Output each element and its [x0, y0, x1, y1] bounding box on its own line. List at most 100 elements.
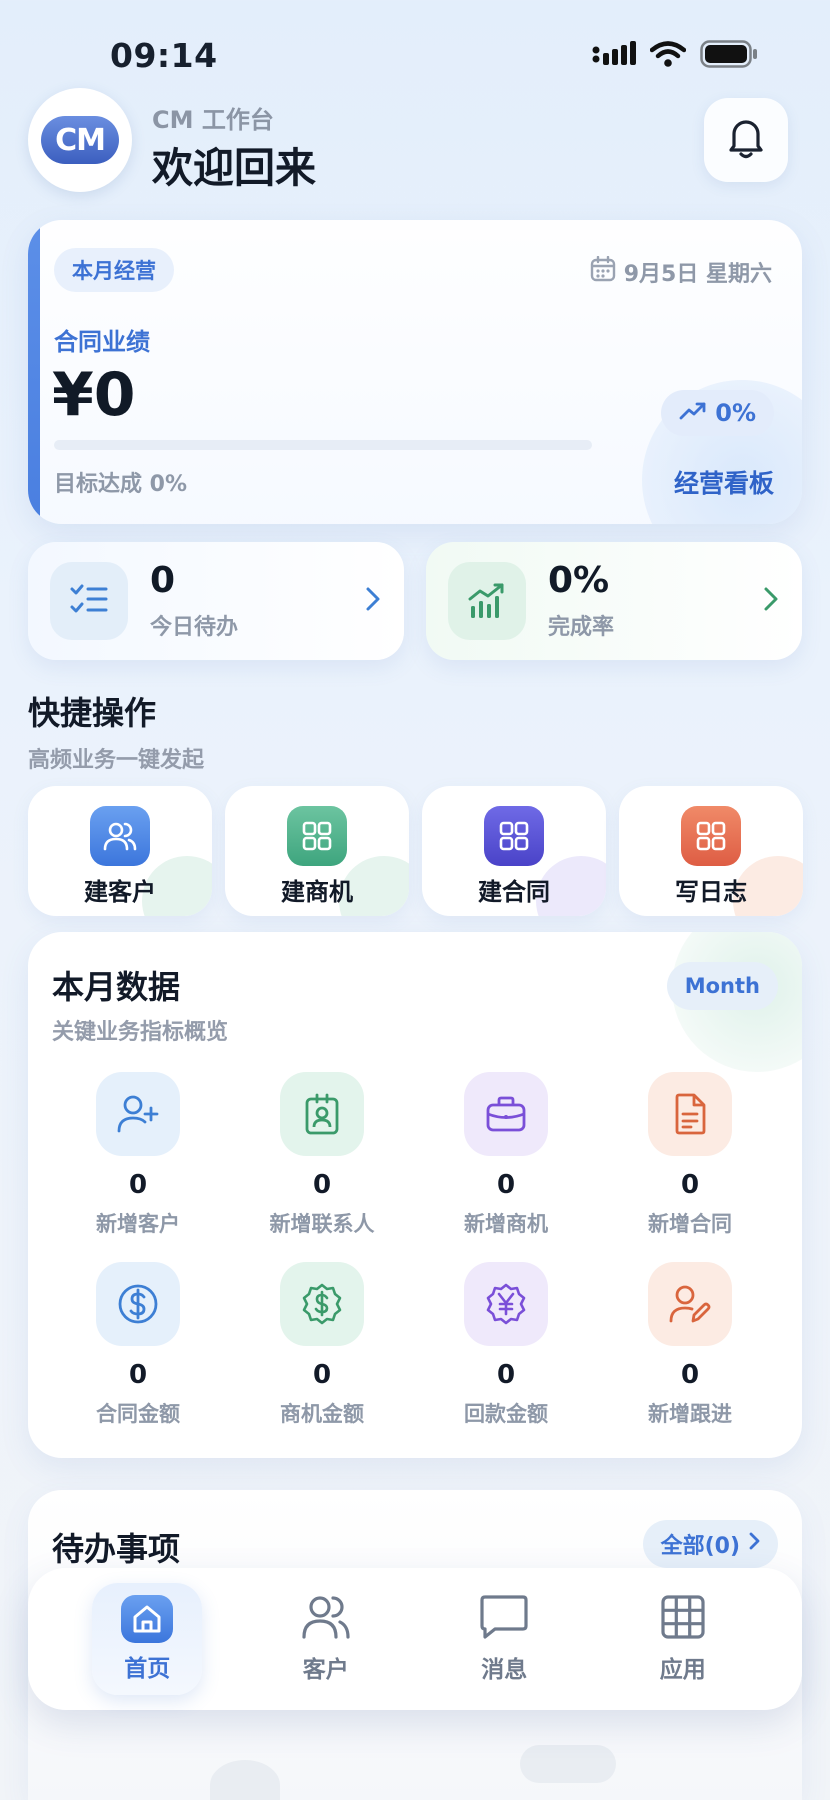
- grid-icon: [287, 806, 347, 866]
- greeting-title: 欢迎回来: [152, 144, 316, 192]
- stat-value: 0: [496, 1360, 516, 1390]
- stat-value: 0: [312, 1170, 332, 1200]
- tab-customers[interactable]: 客户: [271, 1583, 381, 1695]
- contract-performance-value: ¥0: [52, 360, 136, 430]
- bottom-tab-bar: 首页 客户 消息 应用: [28, 1568, 802, 1710]
- tab-label: 应用: [659, 1657, 706, 1683]
- stat-label: 回款金额: [464, 1402, 548, 1426]
- performance-card[interactable]: 本月经营 9月5日 星期六 合同业绩 ¥0 目标达成 0% 0% 经营看板: [28, 220, 802, 524]
- user-edit-icon: [648, 1262, 732, 1346]
- briefcase-icon: [464, 1072, 548, 1156]
- stat-new-followups[interactable]: 0 新增跟进: [598, 1262, 782, 1428]
- month-data-subtitle: 关键业务指标概览: [52, 1020, 229, 1045]
- stat-label: 合同金额: [96, 1402, 180, 1426]
- users-icon: [90, 806, 150, 866]
- trending-up-icon: [679, 399, 707, 427]
- app-name: CM 工作台: [152, 106, 274, 134]
- tab-messages[interactable]: 消息: [449, 1583, 559, 1695]
- message-icon: [479, 1594, 529, 1644]
- brand-logo: CM: [41, 116, 119, 164]
- tab-label: 客户: [302, 1657, 349, 1683]
- tab-home[interactable]: 首页: [92, 1583, 203, 1695]
- tab-label: 首页: [124, 1656, 171, 1682]
- today-todo-card[interactable]: 0 今日待办: [28, 542, 404, 660]
- chevron-right-icon: [762, 585, 780, 617]
- quick-action-new-contract[interactable]: 建合同: [422, 786, 606, 916]
- apps-grid-icon: [660, 1594, 706, 1644]
- completion-rate-value: 0%: [548, 560, 610, 602]
- quick-action-label: 写日志: [675, 878, 747, 906]
- stat-new-contracts[interactable]: 0 新增合同: [598, 1072, 782, 1238]
- date-display: 9月5日 星期六: [590, 255, 772, 288]
- stat-label: 新增合同: [648, 1212, 732, 1236]
- completion-rate-card[interactable]: 0% 完成率: [426, 542, 802, 660]
- completion-rate-label: 完成率: [548, 614, 615, 640]
- bar-chart-icon: [448, 562, 526, 640]
- battery-icon: [700, 40, 758, 72]
- todo-all-label: 全部(0): [660, 1534, 740, 1559]
- today-todo-label: 今日待办: [150, 614, 239, 640]
- bell-icon: [726, 116, 766, 164]
- notification-button[interactable]: [704, 98, 788, 182]
- month-data-title: 本月数据: [52, 968, 181, 1006]
- chevron-right-icon: [748, 1531, 760, 1557]
- quick-action-write-log[interactable]: 写日志: [619, 786, 803, 916]
- stat-value: 0: [496, 1170, 516, 1200]
- quick-actions-subtitle: 高频业务一键发起: [28, 748, 205, 773]
- stat-new-opportunities[interactable]: 0 新增商机: [414, 1072, 598, 1238]
- stat-value: 0: [680, 1360, 700, 1390]
- stat-label: 新增商机: [464, 1212, 548, 1236]
- stat-value: 0: [680, 1170, 700, 1200]
- quick-action-new-opportunity[interactable]: 建商机: [225, 786, 409, 916]
- home-icon: [121, 1595, 174, 1643]
- stat-value: 0: [128, 1170, 148, 1200]
- dollar-badge-icon: [280, 1262, 364, 1346]
- stat-opportunity-amount[interactable]: 0 商机金额: [230, 1262, 414, 1428]
- wifi-icon: [649, 41, 687, 71]
- placeholder-shape: [520, 1745, 616, 1783]
- status-time: 09:14: [110, 36, 218, 75]
- stat-label: 新增跟进: [648, 1402, 732, 1426]
- stat-new-contacts[interactable]: 0 新增联系人: [230, 1072, 414, 1238]
- quick-action-label: 建商机: [281, 878, 353, 906]
- today-todo-value: 0: [150, 560, 176, 602]
- tab-label: 消息: [481, 1657, 528, 1683]
- stat-value: 0: [312, 1360, 332, 1390]
- checklist-icon: [50, 562, 128, 640]
- stat-new-customers[interactable]: 0 新增客户: [46, 1072, 230, 1238]
- contract-performance-label: 合同业绩: [54, 328, 150, 356]
- grid-icon: [681, 806, 741, 866]
- quick-action-label: 建合同: [478, 878, 550, 906]
- signal-icon: [592, 41, 636, 71]
- stat-label: 新增客户: [96, 1212, 180, 1236]
- chevron-right-icon: [364, 585, 382, 617]
- document-icon: [648, 1072, 732, 1156]
- tab-apps[interactable]: 应用: [628, 1583, 738, 1695]
- quick-action-label: 建客户: [84, 878, 156, 906]
- quick-action-new-customer[interactable]: 建客户: [28, 786, 212, 916]
- target-progress-label: 目标达成 0%: [54, 472, 188, 497]
- calendar-icon: [590, 255, 616, 288]
- period-selector[interactable]: Month: [666, 962, 778, 1010]
- trend-value: 0%: [715, 399, 756, 427]
- todo-title: 待办事项: [52, 1530, 181, 1568]
- avatar[interactable]: CM: [28, 88, 132, 192]
- stat-payment-amount[interactable]: 0 回款金额: [414, 1262, 598, 1428]
- trend-badge: 0%: [661, 390, 774, 436]
- dollar-circle-icon: [96, 1262, 180, 1346]
- yen-badge-icon: [464, 1262, 548, 1346]
- status-icons: [592, 40, 758, 72]
- stat-label: 商机金额: [280, 1402, 364, 1426]
- target-progress-bar: [54, 440, 592, 450]
- users-icon: [301, 1594, 351, 1644]
- period-tag: 本月经营: [54, 248, 174, 292]
- grid-icon: [484, 806, 544, 866]
- contact-badge-icon: [280, 1072, 364, 1156]
- quick-actions-title: 快捷操作: [28, 694, 157, 732]
- todo-all-link[interactable]: 全部(0): [642, 1520, 778, 1568]
- stat-contract-amount[interactable]: 0 合同金额: [46, 1262, 230, 1428]
- stat-value: 0: [128, 1360, 148, 1390]
- stat-label: 新增联系人: [269, 1212, 375, 1236]
- date-text: 9月5日 星期六: [623, 262, 772, 287]
- business-dashboard-link[interactable]: 经营看板: [674, 464, 774, 500]
